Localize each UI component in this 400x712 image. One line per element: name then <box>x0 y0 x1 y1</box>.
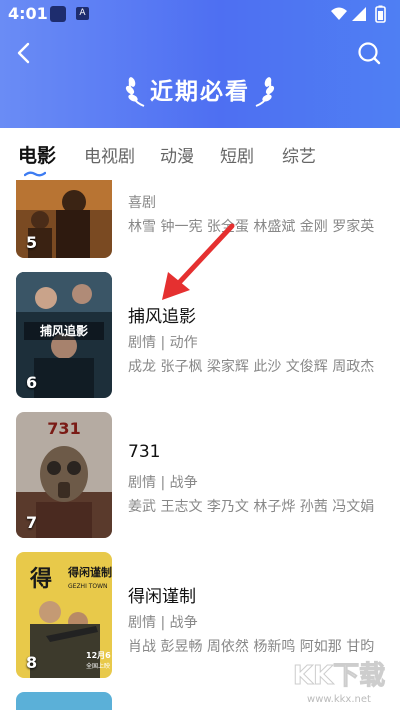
poster-date-text: 12月6日 <box>86 651 112 660</box>
movie-genre: 喜剧 <box>128 195 156 211</box>
back-button[interactable] <box>12 40 38 66</box>
movie-poster[interactable] <box>16 692 112 710</box>
tab-anime[interactable]: 动漫 <box>160 142 194 167</box>
movie-cast: 成龙 张子枫 梁家辉 此沙 文俊辉 周政杰 <box>128 359 375 375</box>
rank-badge: 8 <box>26 653 38 672</box>
svg-text:KK下载: KK下载 <box>293 661 385 691</box>
page-title: 近期必看 <box>150 79 250 105</box>
tab-variety[interactable]: 综艺 <box>282 142 316 167</box>
signal-icon <box>352 7 366 21</box>
status-right-icons <box>330 5 390 27</box>
movie-genre: 剧情 | 战争 <box>128 475 198 491</box>
poster-subtitle-text: GEZHI TOWN <box>68 583 108 590</box>
category-tabs: 电影 电视剧 动漫 短剧 综艺 <box>0 128 400 180</box>
search-icon <box>358 42 381 65</box>
svg-text:www.kkx.net: www.kkx.net <box>307 694 371 705</box>
movie-title[interactable]: 捕风追影 <box>128 302 196 327</box>
tab-tv-series[interactable]: 电视剧 <box>84 142 135 167</box>
poster-date2-text: 全国上映 <box>86 662 110 670</box>
poster-title-text: 捕风追影 <box>40 323 88 338</box>
tab-movie[interactable]: 电影 <box>18 141 56 168</box>
chevron-left-icon <box>17 42 30 64</box>
movie-title[interactable]: 731 <box>128 442 160 462</box>
header-bar: 4:01 A 近期必看 <box>0 0 400 128</box>
poster-title-text: 731 <box>47 419 80 438</box>
movie-poster[interactable]: 731 7 <box>16 412 112 538</box>
watermark-logo: KK下载 www.kkx.net <box>284 652 394 708</box>
a-badge-icon: A <box>76 7 89 20</box>
notification-icon <box>50 6 66 22</box>
poster-title-text: 得闲谨制 <box>67 565 112 579</box>
movie-genre: 剧情 | 动作 <box>128 335 198 351</box>
search-button[interactable] <box>356 40 382 66</box>
tab-active-indicator <box>24 171 46 177</box>
svg-text:得: 得 <box>29 566 52 592</box>
movie-poster[interactable]: 得 得闲谨制 GEZHI TOWN 12月6日 全国上映 8 <box>16 552 112 678</box>
movie-genre: 剧情 | 战争 <box>128 615 198 631</box>
movie-title[interactable]: 得闲谨制 <box>128 582 196 607</box>
rank-badge: 5 <box>26 233 38 252</box>
status-time: 4:01 <box>8 4 48 23</box>
rank-badge: 7 <box>26 513 38 532</box>
laurel-right-icon <box>255 77 275 107</box>
tab-short-drama[interactable]: 短剧 <box>220 142 254 167</box>
wifi-icon <box>331 7 347 20</box>
movie-poster[interactable]: 捕风追影 6 <box>16 272 112 398</box>
status-bar: 4:01 A <box>0 0 400 28</box>
movie-cast: 姜武 王志文 李乃文 林子烨 孙茜 冯文娟 <box>128 499 375 515</box>
movie-poster[interactable]: 5 <box>16 180 112 258</box>
annotation-arrow-icon <box>162 223 235 300</box>
rank-badge: 6 <box>26 373 38 392</box>
